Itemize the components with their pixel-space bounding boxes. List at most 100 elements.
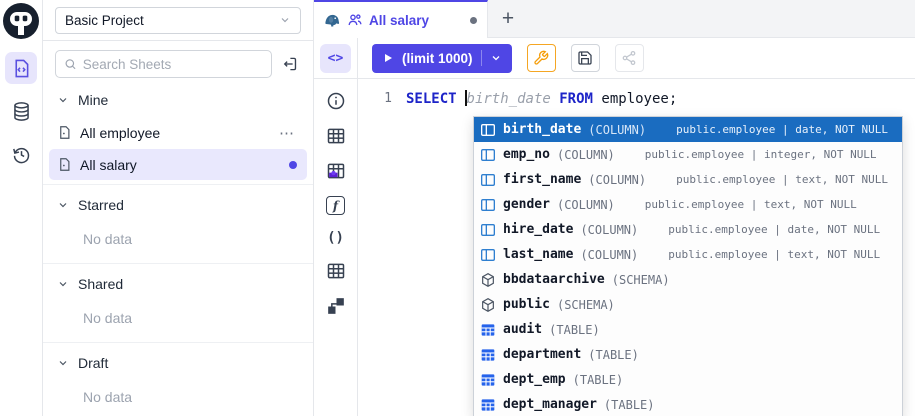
table-icon[interactable] <box>326 126 346 146</box>
code-line-1: 1 SELECT birth_date FROM employee; <box>358 88 915 108</box>
history-icon <box>11 144 32 165</box>
rail-sheets-button[interactable] <box>5 52 37 84</box>
run-button-label: (limit 1000) <box>402 51 473 66</box>
item-name: gender <box>503 197 550 212</box>
autocomplete-item[interactable]: emp_no (COLUMN) public.employee | intege… <box>474 142 902 167</box>
tab-unsaved-dot <box>470 17 477 24</box>
autocomplete-item[interactable]: bbdataarchive (SCHEMA) <box>474 267 902 292</box>
section-label: Shared <box>78 276 123 292</box>
empty-placeholder: No data <box>43 379 313 416</box>
share-sheet-button[interactable] <box>615 44 644 72</box>
item-kind: (COLUMN) <box>588 173 646 187</box>
section-shared[interactable]: Shared <box>43 268 313 300</box>
chevron-down-icon[interactable] <box>490 52 502 64</box>
play-icon <box>382 52 394 64</box>
section-draft[interactable]: Draft <box>43 347 313 379</box>
more-icon[interactable]: ⋯ <box>275 124 299 142</box>
function-icon[interactable]: f <box>326 196 345 215</box>
column-icon <box>480 172 496 188</box>
column-icon <box>480 147 496 163</box>
save-icon <box>577 50 593 66</box>
item-kind: (SCHEMA) <box>557 298 615 312</box>
item-name: emp_no <box>503 147 550 162</box>
chevron-down-icon <box>57 357 69 369</box>
autocomplete-item[interactable]: public (SCHEMA) <box>474 292 902 317</box>
table-data-icon[interactable] <box>326 161 346 181</box>
item-name: department <box>503 347 581 362</box>
sidebar: Basic Project Mine <box>43 0 314 416</box>
run-query-button[interactable]: (limit 1000) <box>372 44 512 73</box>
item-name: first_name <box>503 172 581 187</box>
table-icon <box>480 397 496 413</box>
section-mine[interactable]: Mine <box>43 84 313 116</box>
sql-keyword: FROM <box>559 91 593 107</box>
tab-all-salary[interactable]: All salary <box>314 0 488 38</box>
autocomplete-item[interactable]: audit (TABLE) <box>474 317 902 342</box>
sheet-icon <box>57 125 72 140</box>
bytebase-logo-icon[interactable] <box>3 3 39 39</box>
new-tab-button[interactable]: + <box>488 0 528 37</box>
button-divider <box>481 50 482 66</box>
search-sheets-input[interactable] <box>83 57 263 72</box>
sheet-code-icon <box>11 58 32 79</box>
code-panel-button[interactable]: <> <box>320 44 351 73</box>
item-name: dept_emp <box>503 372 566 387</box>
item-kind: (TABLE) <box>549 323 600 337</box>
info-icon[interactable] <box>326 91 346 111</box>
project-selector[interactable]: Basic Project <box>55 7 301 34</box>
section-label: Draft <box>78 355 108 371</box>
parentheses-icon[interactable]: () <box>327 230 344 246</box>
autocomplete-item[interactable]: last_name (COLUMN) public.employee | tex… <box>474 242 902 267</box>
item-kind: (TABLE) <box>588 348 639 362</box>
item-detail: public.employee | date, NOT NULL <box>668 223 880 236</box>
item-name: bbdataarchive <box>503 272 605 287</box>
strip-top: <> <box>314 38 357 79</box>
rail-history-button[interactable] <box>5 138 37 170</box>
item-detail: public.employee | integer, NOT NULL <box>645 148 877 161</box>
panel-icon-strip: <> f () <box>314 38 358 416</box>
import-sheet-button[interactable] <box>277 51 303 77</box>
item-name: dept_manager <box>503 397 597 412</box>
unsaved-dot <box>289 161 297 169</box>
autocomplete-item[interactable]: dept_emp (TABLE) <box>474 367 902 392</box>
schema-icon <box>480 297 496 313</box>
sheet-item-all-employee[interactable]: All employee ⋯ <box>49 117 307 148</box>
autocomplete-item[interactable]: dept_manager (TABLE) <box>474 392 902 416</box>
chevron-down-icon <box>279 14 291 26</box>
autocomplete-item[interactable]: gender (COLUMN) public.employee | text, … <box>474 192 902 217</box>
table-icon <box>480 347 496 363</box>
er-diagram-icon[interactable] <box>326 296 346 316</box>
autocomplete-item[interactable]: first_name (COLUMN) public.employee | te… <box>474 167 902 192</box>
autocomplete-item[interactable]: hire_date (COLUMN) public.employee | dat… <box>474 217 902 242</box>
line-number: 1 <box>358 91 392 106</box>
sheet-item-all-salary[interactable]: All salary <box>49 149 307 180</box>
strip-icons: f () <box>326 79 346 316</box>
tab-label: All salary <box>369 13 464 28</box>
autocomplete-item[interactable]: department (TABLE) <box>474 342 902 367</box>
item-kind: (SCHEMA) <box>612 273 670 287</box>
search-box[interactable] <box>55 50 272 78</box>
item-name: last_name <box>503 247 573 262</box>
item-kind: (COLUMN) <box>580 248 638 262</box>
search-icon <box>64 57 77 71</box>
item-kind: (COLUMN) <box>557 198 615 212</box>
section-starred[interactable]: Starred <box>43 189 313 221</box>
format-sql-button[interactable] <box>527 44 556 72</box>
item-kind: (COLUMN) <box>580 223 638 237</box>
chevron-down-icon <box>57 199 69 211</box>
column-icon <box>480 122 496 138</box>
team-icon <box>347 12 363 28</box>
share-icon <box>621 50 637 66</box>
autocomplete-item[interactable]: birth_date (COLUMN) public.employee | da… <box>474 117 902 142</box>
sql-keyword: SELECT <box>406 91 457 107</box>
external-table-icon[interactable] <box>326 261 346 281</box>
tab-bar: All salary + <box>314 0 915 38</box>
section-label: Mine <box>78 92 108 108</box>
save-sheet-button[interactable] <box>571 44 600 72</box>
item-detail: public.employee | text, NOT NULL <box>645 198 857 211</box>
editor-toolbar: (limit 1000) <box>358 38 915 79</box>
rail-databases-button[interactable] <box>5 95 37 127</box>
table-icon <box>480 372 496 388</box>
item-name: audit <box>503 322 542 337</box>
postgresql-icon <box>324 12 341 29</box>
